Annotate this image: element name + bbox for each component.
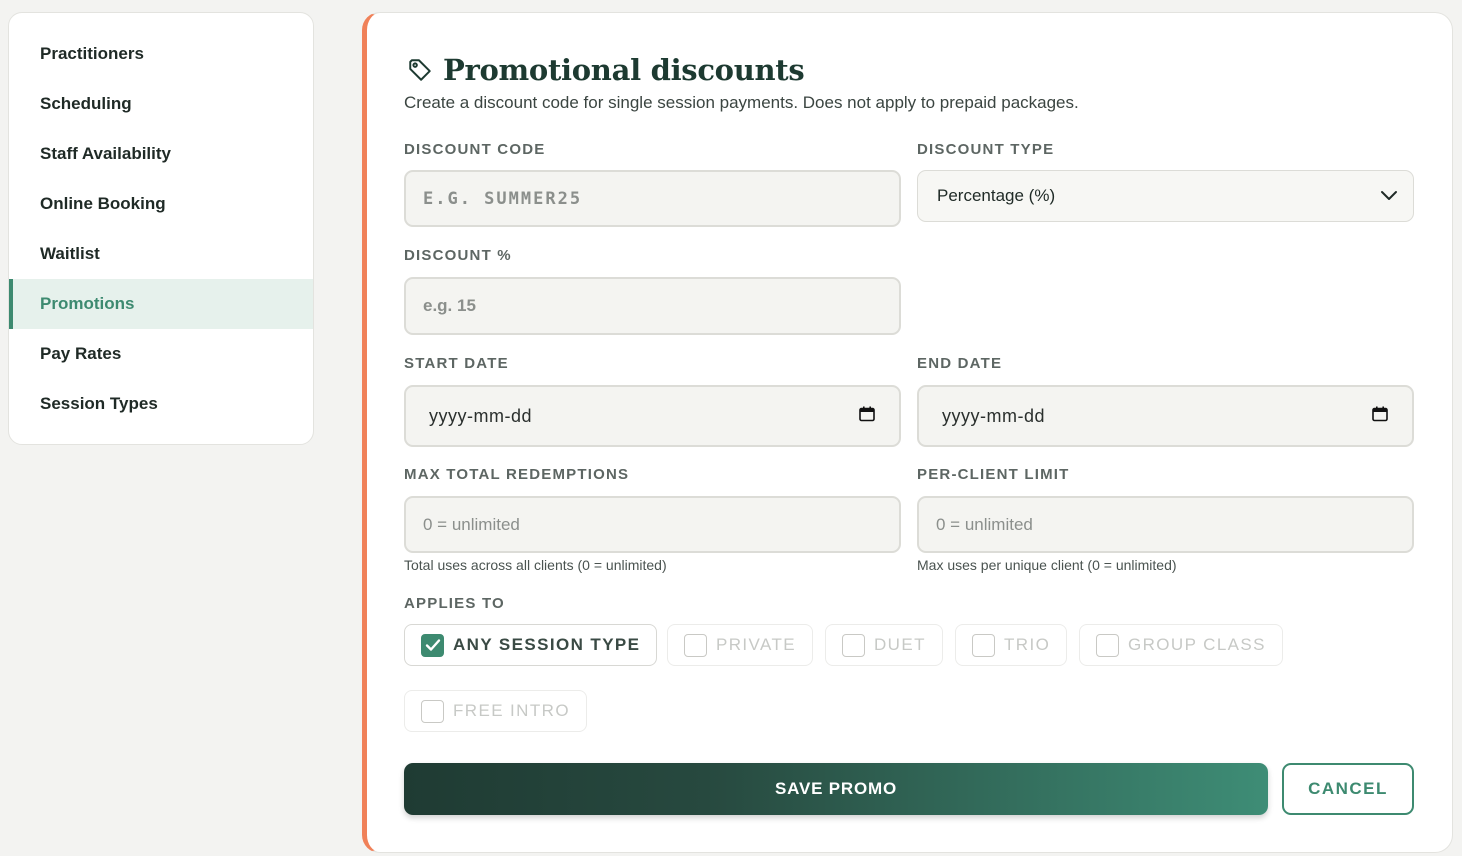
sidebar-item-promotions[interactable]: Promotions	[9, 279, 313, 329]
end-date-label: END DATE	[917, 355, 1003, 372]
tag-icon	[409, 59, 431, 81]
sidebar-item-pay-rates[interactable]: Pay Rates	[9, 329, 313, 379]
chevron-down-icon	[1381, 191, 1397, 200]
start-date-input[interactable]: yyyy-mm-dd	[404, 385, 901, 447]
per-client-help: Max uses per unique client (0 = unlimite…	[917, 557, 1177, 573]
calendar-icon[interactable]	[859, 406, 875, 422]
discount-type-value: Percentage (%)	[937, 186, 1056, 205]
end-date-placeholder: yyyy-mm-dd	[942, 405, 1045, 426]
promotions-card: Promotional discounts Create a discount …	[362, 12, 1453, 853]
applies-trio-checkbox[interactable]: TRIO	[955, 624, 1068, 666]
applies-any-session-type-checkbox[interactable]: ANY SESSION TYPE	[404, 624, 658, 666]
discount-pct-placeholder: e.g. 15	[423, 296, 476, 315]
checkbox-unchecked	[421, 699, 444, 723]
checkbox-unchecked	[1096, 633, 1119, 657]
discount-type-label: DISCOUNT TYPE	[917, 141, 1055, 158]
save-promo-button[interactable]: SAVE PROMO	[404, 763, 1268, 815]
checkbox-unchecked	[972, 633, 995, 657]
sidebar-item-online-booking[interactable]: Online Booking	[9, 179, 313, 229]
applies-to-label: APPLIES TO	[404, 595, 505, 612]
sidebar-item-waitlist[interactable]: Waitlist	[9, 229, 313, 279]
per-client-input[interactable]: 0 = unlimited	[917, 496, 1414, 553]
start-date-placeholder: yyyy-mm-dd	[429, 405, 532, 426]
chip-label: GROUP CLASS	[1128, 635, 1266, 654]
checkbox-unchecked	[684, 633, 707, 657]
discount-code-placeholder: E.G. SUMMER25	[423, 188, 583, 209]
start-date-label: START DATE	[404, 355, 509, 372]
calendar-icon[interactable]	[1372, 406, 1388, 422]
discount-type-select[interactable]: Percentage (%)	[917, 170, 1414, 222]
settings-sidebar: Practitioners Scheduling Staff Availabil…	[8, 12, 314, 445]
applies-private-checkbox[interactable]: PRIVATE	[667, 624, 814, 666]
applies-duet-checkbox[interactable]: DUET	[825, 624, 943, 666]
sidebar-item-staff-availability[interactable]: Staff Availability	[9, 129, 313, 179]
sidebar-item-practitioners[interactable]: Practitioners	[9, 29, 313, 79]
chip-label: ANY SESSION TYPE	[453, 635, 641, 654]
page-title: Promotional discounts	[443, 53, 805, 87]
discount-pct-input[interactable]: e.g. 15	[404, 277, 901, 335]
chip-label: TRIO	[1004, 635, 1051, 654]
end-date-input[interactable]: yyyy-mm-dd	[917, 385, 1414, 447]
per-client-placeholder: 0 = unlimited	[936, 514, 1033, 534]
chip-label: FREE INTRO	[453, 701, 570, 720]
max-total-help: Total uses across all clients (0 = unlim…	[404, 557, 667, 573]
max-total-label: MAX TOTAL REDEMPTIONS	[404, 466, 630, 483]
cancel-button[interactable]: CANCEL	[1282, 763, 1414, 815]
discount-code-input[interactable]: E.G. SUMMER25	[404, 170, 901, 227]
sidebar-item-session-types[interactable]: Session Types	[9, 379, 313, 429]
page-subtitle: Create a discount code for single sessio…	[404, 93, 1079, 112]
applies-group-class-checkbox[interactable]: GROUP CLASS	[1079, 624, 1283, 666]
per-client-label: PER-CLIENT LIMIT	[917, 466, 1070, 483]
applies-free-intro-checkbox[interactable]: FREE INTRO	[404, 690, 587, 732]
checkbox-checked	[421, 633, 444, 657]
check-icon	[425, 639, 440, 651]
chip-label: DUET	[874, 635, 926, 654]
chip-label: PRIVATE	[716, 635, 797, 654]
max-total-placeholder: 0 = unlimited	[423, 514, 520, 534]
discount-pct-label: DISCOUNT %	[404, 247, 512, 264]
max-total-input[interactable]: 0 = unlimited	[404, 496, 901, 553]
checkbox-unchecked	[842, 633, 865, 657]
sidebar-item-scheduling[interactable]: Scheduling	[9, 79, 313, 129]
discount-code-label: DISCOUNT CODE	[404, 141, 546, 158]
card-header: Promotional discounts	[407, 53, 805, 87]
